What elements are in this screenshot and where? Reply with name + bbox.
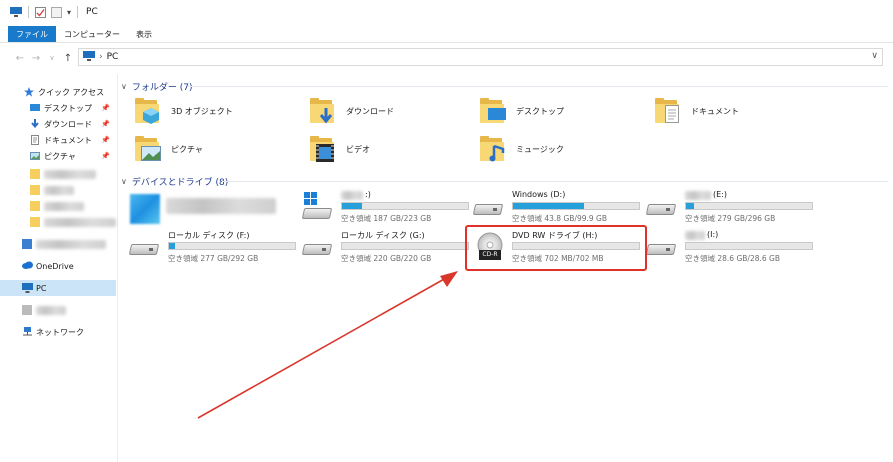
annotation-arrow xyxy=(197,271,458,419)
file-explorer-window: ▾ PC ファイル コンピューター 表示 ← → ∨ ↑ › PC ∨ クイック… xyxy=(0,0,893,462)
